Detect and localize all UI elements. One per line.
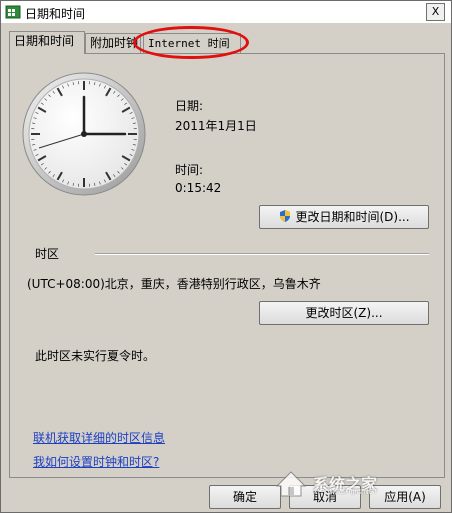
timezone-separator bbox=[95, 253, 429, 255]
site-watermark: 系统之家 XITONGZHIJIA.NET bbox=[273, 468, 443, 498]
tab-label: 日期和时间 bbox=[14, 34, 75, 48]
uac-shield-icon bbox=[280, 210, 291, 222]
date-time-dialog: 日期和时间 X 日期和时间 附加时钟 Internet 时间 日期: 2011年… bbox=[0, 0, 452, 513]
change-date-time-button[interactable]: 更改日期和时间(D)... bbox=[259, 205, 429, 229]
close-button[interactable]: X bbox=[426, 3, 445, 21]
watermark-logo-icon bbox=[275, 471, 307, 497]
date-value: 2011年1月1日 bbox=[175, 119, 257, 133]
time-label: 时间: bbox=[175, 163, 204, 177]
online-timezone-info-link[interactable]: 联机获取详细的时区信息 bbox=[33, 429, 165, 446]
tab-date-time[interactable]: 日期和时间 bbox=[9, 31, 85, 54]
title-bar: 日期和时间 X bbox=[1, 1, 451, 23]
analog-clock-icon bbox=[22, 72, 146, 196]
dst-note: 此时区未实行夏令时。 bbox=[35, 349, 156, 363]
close-icon: X bbox=[431, 5, 440, 18]
change-timezone-label: 更改时区(Z)... bbox=[305, 306, 383, 320]
time-value: 0:15:42 bbox=[175, 181, 222, 195]
red-highlight-ellipse bbox=[133, 26, 249, 59]
ok-label: 确定 bbox=[232, 490, 257, 504]
how-to-set-clock-link[interactable]: 我如何设置时钟和时区? bbox=[33, 453, 159, 470]
tab-label: 附加时钟 bbox=[90, 36, 139, 50]
timezone-value: (UTC+08:00)北京，重庆，香港特别行政区，乌鲁木齐 bbox=[27, 277, 321, 291]
window-title: 日期和时间 bbox=[25, 7, 86, 21]
datetime-app-icon bbox=[5, 5, 21, 19]
change-timezone-button[interactable]: 更改时区(Z)... bbox=[259, 301, 429, 325]
date-label: 日期: bbox=[175, 99, 204, 113]
change-date-time-label: 更改日期和时间(D)... bbox=[295, 210, 410, 224]
timezone-section-label: 时区 bbox=[35, 247, 60, 261]
ok-button[interactable]: 确定 bbox=[209, 485, 281, 509]
watermark-subtext: XITONGZHIJIA.NET bbox=[313, 488, 378, 496]
